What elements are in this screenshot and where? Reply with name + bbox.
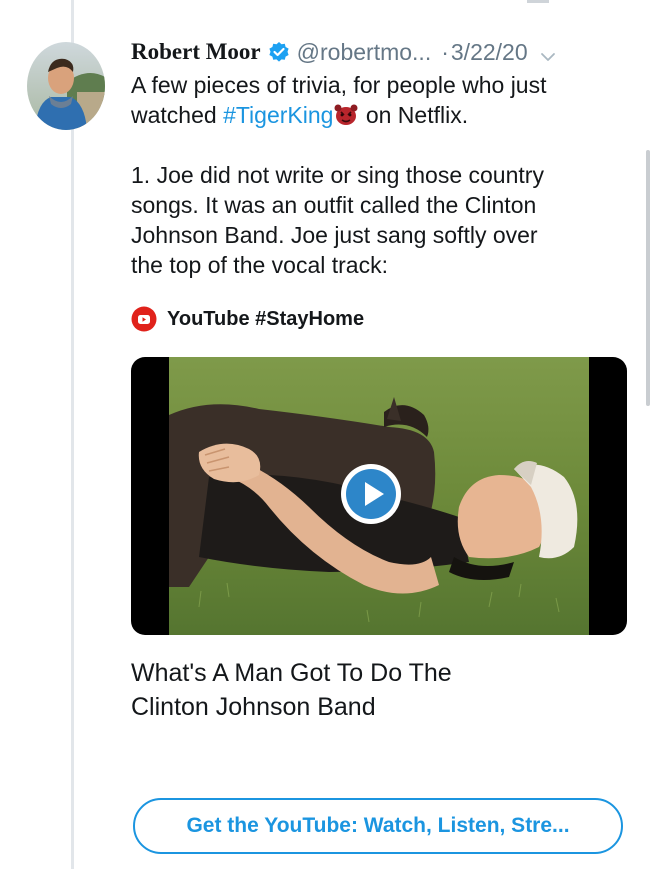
scrollbar-thumb[interactable] [646, 150, 650, 406]
top-divider [527, 0, 549, 3]
thread-line [71, 0, 74, 869]
source-label[interactable]: YouTube #StayHome [167, 308, 364, 331]
tweet-line-2-suffix: on Netflix. [359, 102, 469, 128]
header-separator: · [441, 38, 449, 65]
tweet-header: Robert Moor @robertmo... · 3/22/20 [131, 34, 631, 70]
trivia-line: songs. It was an outfit called the Clint… [131, 192, 537, 218]
tweet-line-2: watched #TigerKing on Netflix. [131, 100, 631, 130]
tweet[interactable]: Robert Moor @robertmo... · 3/22/20 A few… [131, 34, 631, 724]
link-title-line: Clinton Johnson Band [131, 693, 376, 721]
tweet-line-1: A few pieces of trivia, for people who j… [131, 72, 547, 98]
chevron-down-icon[interactable] [540, 44, 556, 61]
tweet-line-2-prefix: watched [131, 102, 224, 128]
link-title-line: What's A Man Got To Do The [131, 659, 452, 687]
video-thumbnail[interactable] [131, 357, 627, 635]
tweet-date[interactable]: 3/22/20 [451, 39, 528, 66]
tweet-text-intro: A few pieces of trivia, for people who j… [131, 70, 631, 130]
tweet-text-trivia: 1. Joe did not write or sing those count… [131, 160, 631, 280]
play-icon[interactable] [339, 462, 403, 526]
trivia-line: the top of the vocal track: [131, 252, 388, 278]
link-source[interactable]: YouTube #StayHome [131, 304, 631, 334]
youtube-icon [131, 306, 157, 332]
trivia-line: 1. Joe did not write or sing those count… [131, 162, 544, 188]
link-card-title[interactable]: What's A Man Got To Do The Clinton Johns… [131, 656, 631, 724]
tiger-emoji-icon [333, 103, 359, 125]
verified-badge-icon [268, 41, 290, 63]
app-cta-button[interactable]: Get the YouTube: Watch, Listen, Stre... [133, 798, 623, 854]
hashtag-link[interactable]: #TigerKing [223, 102, 333, 128]
avatar[interactable] [27, 42, 105, 130]
author-name[interactable]: Robert Moor [131, 39, 261, 65]
trivia-line: Johnson Band. Joe just sang softly over [131, 222, 538, 248]
author-handle[interactable]: @robertmo... [297, 39, 432, 66]
